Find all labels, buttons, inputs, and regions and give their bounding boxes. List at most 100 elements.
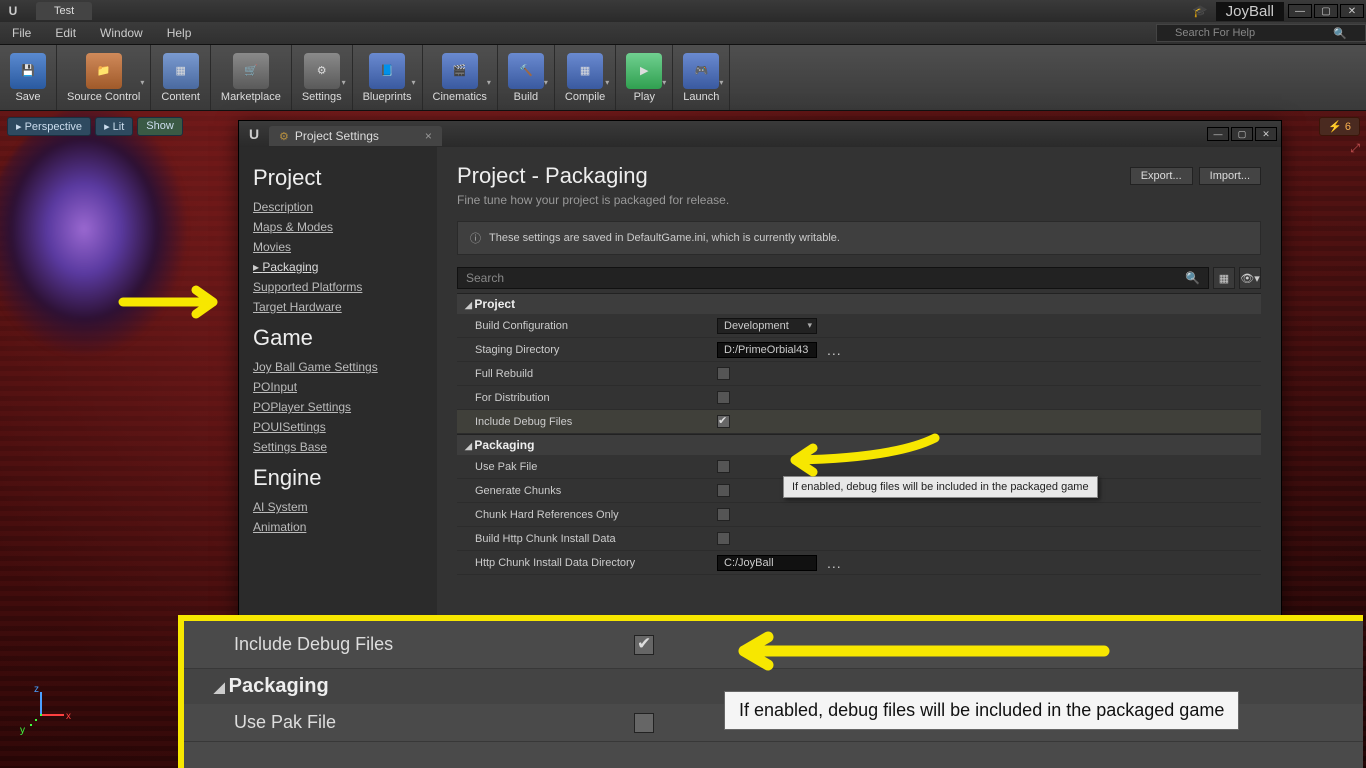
window-close-button[interactable]: ✕ [1340,4,1364,18]
build-http-chunk-checkbox[interactable] [717,532,730,545]
project-name: JoyBall [1216,2,1284,21]
window-maximize-button[interactable]: ▢ [1314,4,1338,18]
info-banner: ⓘ These settings are saved in DefaultGam… [457,221,1261,255]
sidebar-item-target-hardware[interactable]: Target Hardware [253,297,437,317]
label-full-rebuild: Full Rebuild [457,368,717,380]
settings-content: Project - Packaging Fine tune how your p… [437,147,1281,624]
for-distribution-checkbox[interactable] [717,391,730,404]
annotation-zoom-callout: Include Debug Files Packaging Use Pak Fi… [178,615,1363,768]
build-config-dropdown[interactable]: Development [717,318,817,334]
toolbar-settings-button[interactable]: ⚙Settings▾ [292,45,353,110]
label-for-distribution: For Distribution [457,392,717,404]
panel-expand-icon[interactable]: ⤢ [1350,141,1360,156]
window-titlebar: U Test 🎓 JoyBall — ▢ ✕ [0,0,1366,22]
sidebar-item-ai-system[interactable]: AI System [253,497,437,517]
generate-chunks-checkbox[interactable] [717,484,730,497]
label-chunk-hard: Chunk Hard References Only [457,509,717,521]
tooltip-include-debug: If enabled, debug files will be included… [783,476,1098,498]
toolbar-blueprints-button[interactable]: 📘Blueprints▾ [353,45,423,110]
menu-edit[interactable]: Edit [43,26,88,40]
menu-help[interactable]: Help [155,26,204,40]
label-generate-chunks: Generate Chunks [457,485,717,497]
unreal-logo-icon: U [0,0,26,22]
menu-window[interactable]: Window [88,26,155,40]
toolbar-cinematics-button[interactable]: 🎬Cinematics▾ [423,45,498,110]
toolbar-build-button[interactable]: 🔨Build▾ [498,45,555,110]
sidebar-item-poplayer-settings[interactable]: POPlayer Settings [253,397,437,417]
unreal-logo-icon: U [239,126,269,142]
section-project[interactable]: Project [457,293,1261,314]
settings-search-input[interactable]: Search 🔍 [457,267,1209,289]
staging-dir-field[interactable]: D:/PrimeOrbial43 [717,342,817,358]
toolbar-save-button[interactable]: 💾Save [0,45,57,110]
page-title: Project - Packaging [457,163,1130,189]
main-menubar: File Edit Window Help Search For Help 🔍 [0,22,1366,45]
label-build-config: Build Configuration [457,320,717,332]
import-button[interactable]: Import... [1199,167,1261,185]
menu-file[interactable]: File [0,26,43,40]
graduation-icon[interactable]: 🎓 [1193,4,1208,18]
full-rebuild-checkbox[interactable] [717,367,730,380]
browse-button[interactable]: ... [827,342,842,358]
viewport-perspective-button[interactable]: ▸ Perspective [7,117,91,136]
viewport-scene-content [0,111,240,421]
sidebar-item-description[interactable]: Description [253,197,437,217]
viewport-show-button[interactable]: Show [137,117,183,136]
axis-gizmo: z x y [16,688,68,740]
toolbar-content-button[interactable]: ▦Content [151,45,211,110]
sidebar-item-movies[interactable]: Movies [253,237,437,257]
perf-badge[interactable]: ⚡ 6 [1319,117,1360,136]
gear-icon: ⚙ [279,130,289,143]
export-button[interactable]: Export... [1130,167,1193,185]
label-include-debug-files: Include Debug Files [457,416,717,428]
dialog-tab[interactable]: ⚙ Project Settings × [269,126,442,146]
chunk-hard-checkbox[interactable] [717,508,730,521]
http-dir-field[interactable]: C:/JoyBall [717,555,817,571]
section-packaging[interactable]: Packaging [457,434,1261,455]
toolbar-marketplace-button[interactable]: 🛒Marketplace [211,45,292,110]
sidebar-item-animation[interactable]: Animation [253,517,437,537]
toolbar-launch-button[interactable]: 🎮Launch▾ [673,45,730,110]
settings-sidebar: Project Description Maps & Modes Movies … [239,147,437,624]
callout-label-include-debug: Include Debug Files [184,634,614,655]
search-icon: 🔍 [1321,27,1359,40]
toolbar-compile-button[interactable]: ▦Compile▾ [555,45,616,110]
page-subtitle: Fine tune how your project is packaged f… [457,193,1130,207]
dialog-close-button[interactable]: ✕ [1255,127,1277,141]
window-minimize-button[interactable]: — [1288,4,1312,18]
callout-include-debug-checkbox [634,635,654,655]
level-tab[interactable]: Test [36,2,92,20]
toolbar-source-control-button[interactable]: 📁Source Control▾ [57,45,151,110]
sidebar-item-maps-modes[interactable]: Maps & Modes [253,217,437,237]
viewport-lit-button[interactable]: ▸ Lit [95,117,133,136]
callout-tooltip: If enabled, debug files will be included… [724,691,1239,730]
sidebar-item-poinput[interactable]: POInput [253,377,437,397]
view-eye-icon[interactable]: 👁▾ [1239,267,1261,289]
sidebar-item-packaging[interactable]: Packaging [253,257,437,277]
view-grid-icon[interactable]: ▦ [1213,267,1235,289]
browse-button[interactable]: ... [827,555,842,571]
main-toolbar: 💾Save 📁Source Control▾ ▦Content 🛒Marketp… [0,45,1366,111]
sidebar-item-joyball-settings[interactable]: Joy Ball Game Settings [253,357,437,377]
callout-label-use-pak: Use Pak File [184,712,614,733]
include-debug-files-checkbox[interactable] [717,415,730,428]
tab-close-icon[interactable]: × [425,129,432,143]
dialog-minimize-button[interactable]: — [1207,127,1229,141]
label-build-http-chunk: Build Http Chunk Install Data [457,533,717,545]
callout-use-pak-checkbox [634,713,654,733]
label-http-dir: Http Chunk Install Data Directory [457,557,717,569]
label-staging-dir: Staging Directory [457,344,717,356]
sidebar-heading-engine: Engine [253,465,437,491]
label-use-pak: Use Pak File [457,461,717,473]
use-pak-checkbox[interactable] [717,460,730,473]
sidebar-heading-project: Project [253,165,437,191]
toolbar-play-button[interactable]: ▶Play▾ [616,45,673,110]
dialog-maximize-button[interactable]: ▢ [1231,127,1253,141]
sidebar-heading-game: Game [253,325,437,351]
sidebar-item-supported-platforms[interactable]: Supported Platforms [253,277,437,297]
help-search-input[interactable]: Search For Help 🔍 [1156,24,1366,42]
search-icon: 🔍 [1185,271,1200,285]
sidebar-item-pouisettings[interactable]: POUISettings [253,417,437,437]
sidebar-item-settings-base[interactable]: Settings Base [253,437,437,457]
project-settings-dialog: U ⚙ Project Settings × — ▢ ✕ Project Des… [238,120,1282,625]
